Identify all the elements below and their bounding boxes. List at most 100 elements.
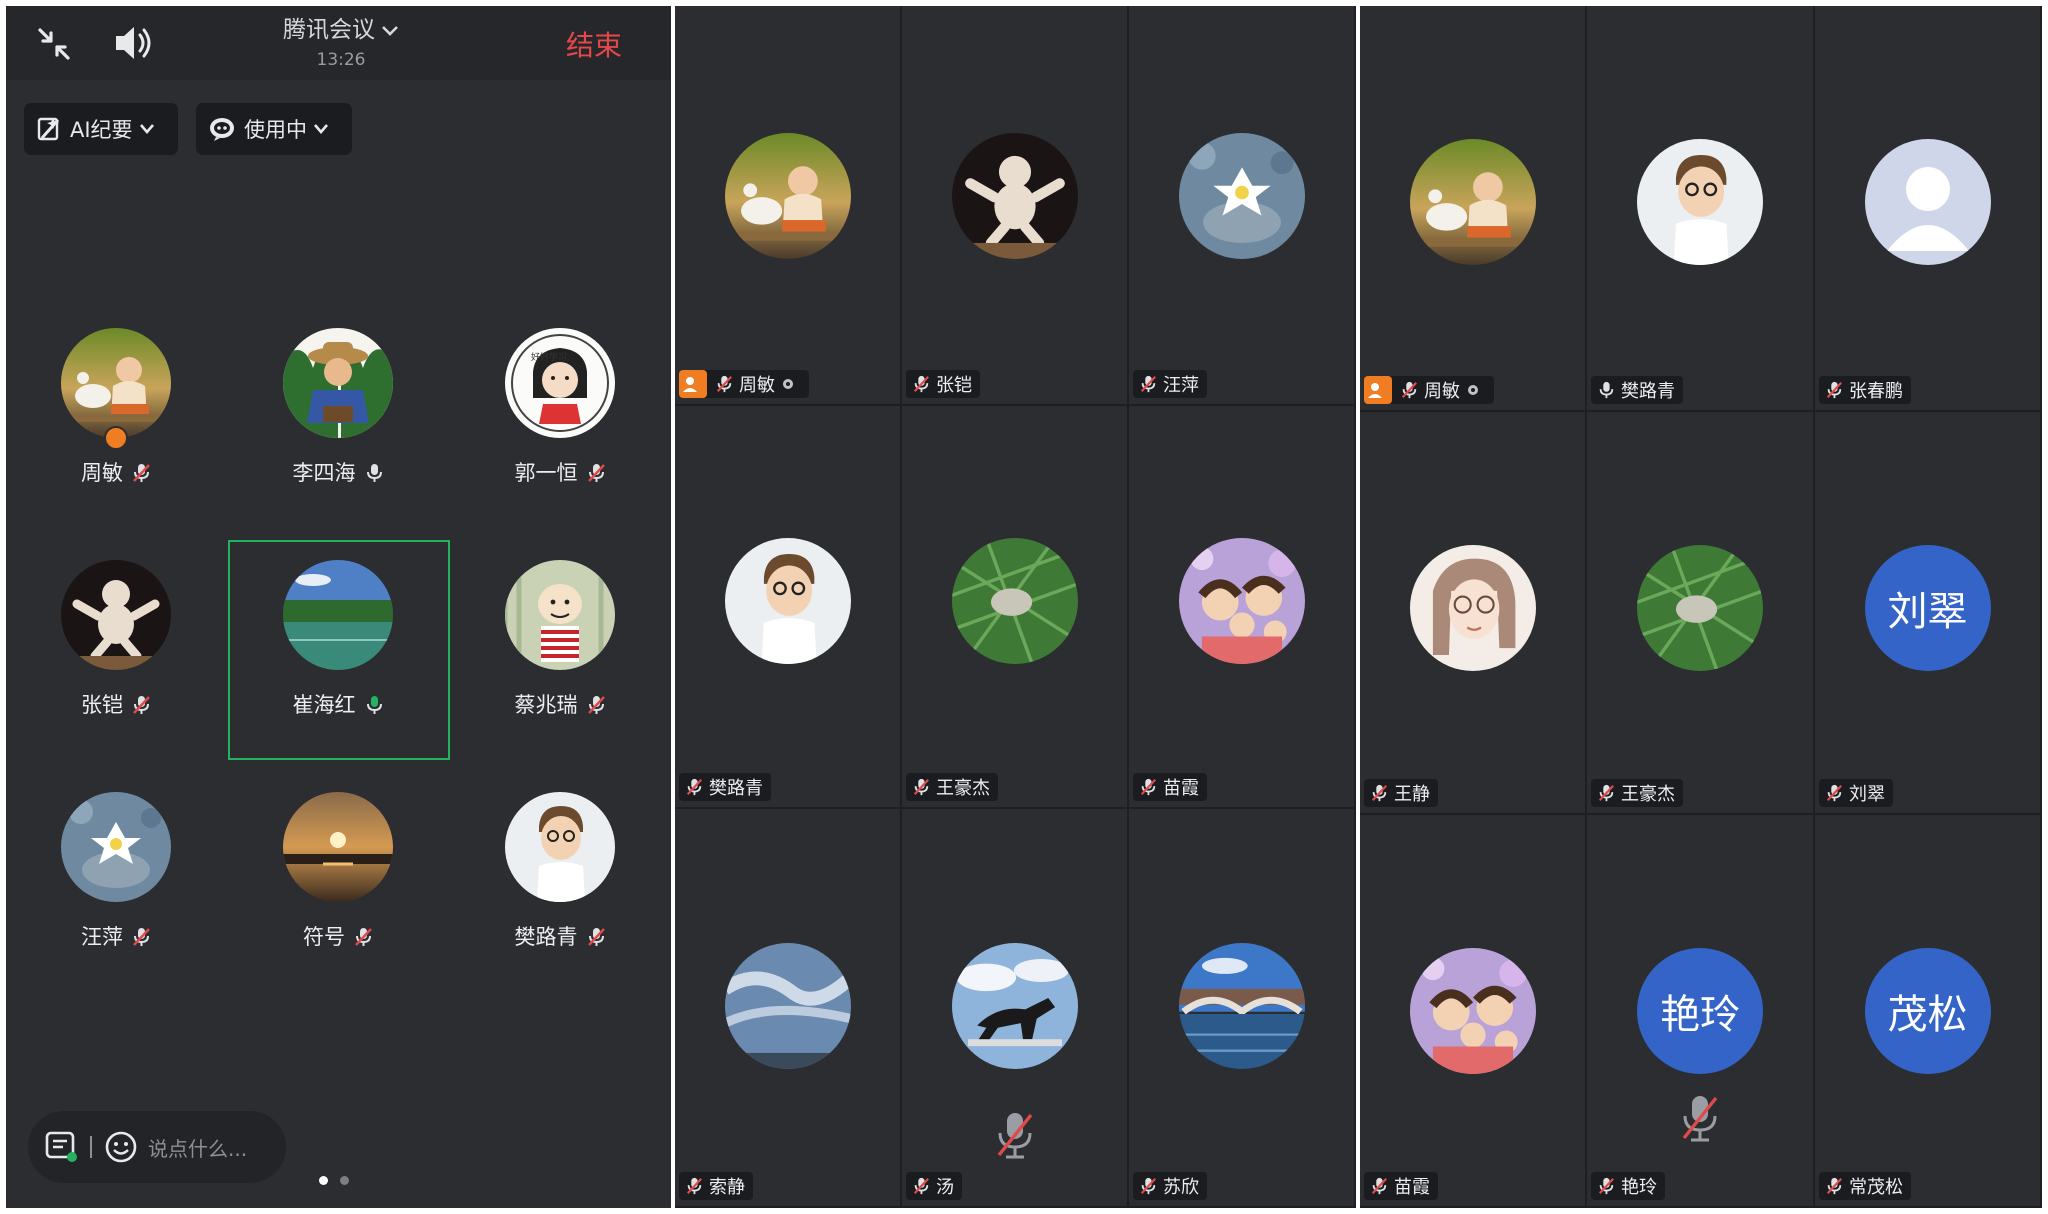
video-tile[interactable]: 艳玲 艳玲 — [1587, 815, 1815, 1208]
page-indicator — [319, 1176, 349, 1185]
mic-muted-icon — [133, 464, 150, 482]
name-tag: 索静 — [679, 1172, 753, 1200]
minimize-icon[interactable] — [34, 24, 74, 64]
participant-name: 崔海红 — [292, 693, 356, 717]
participant-name: 周敏 — [739, 375, 775, 396]
in-use-label: 使用中 — [244, 118, 307, 142]
avatar — [61, 792, 171, 902]
participant-tile[interactable]: 周敏 — [6, 322, 226, 542]
participant-name-row: 蔡兆瑞 — [450, 689, 670, 719]
participant-name: 樊路青 — [1621, 381, 1675, 402]
participant-tile[interactable]: 蔡兆瑞 — [450, 554, 670, 774]
mic-muted-icon — [1140, 1177, 1156, 1195]
ai-notes-button[interactable]: AI纪要 — [24, 103, 178, 155]
video-grid-page-3: 周敏 樊路青 张春鹏 王静 王豪杰 刘翠 刘翠 苗霞 艳玲 艳玲 茂松 常茂松 — [1360, 6, 2042, 1208]
video-tile[interactable]: 樊路青 — [1587, 6, 1815, 412]
participant-name: 符号 — [303, 925, 345, 949]
name-tag: 王豪杰 — [1591, 779, 1683, 807]
speaker-icon[interactable] — [112, 22, 156, 64]
video-tile[interactable]: 周敏 — [675, 6, 902, 406]
mic-muted-icon — [1682, 1096, 1718, 1142]
participant-name-row: 李四海 — [228, 457, 448, 487]
name-tag: 张春鹏 — [1819, 376, 1911, 404]
video-tile[interactable]: 刘翠 刘翠 — [1815, 412, 2042, 815]
name-tag: 常茂松 — [1819, 1172, 1911, 1200]
avatar — [61, 328, 171, 438]
mic-muted-icon — [686, 1177, 702, 1195]
video-tile[interactable]: 苏欣 — [1129, 809, 1356, 1208]
mic-muted-icon — [1140, 375, 1156, 393]
mic-muted-icon — [587, 928, 605, 946]
chat-icon[interactable] — [44, 1130, 80, 1164]
participant-name: 王豪杰 — [936, 778, 990, 799]
participant-name: 张铠 — [936, 375, 972, 396]
participant-name: 汪萍 — [1163, 375, 1199, 396]
end-meeting-button[interactable]: 结束 — [566, 24, 622, 64]
participant-tile[interactable]: 张铠 — [6, 554, 226, 774]
mic-muted-icon — [913, 375, 929, 393]
avatar — [1409, 948, 1536, 1074]
avatar — [283, 792, 393, 902]
name-tag: 苏欣 — [1133, 1172, 1207, 1200]
avatar — [951, 538, 1078, 664]
participant-tile[interactable]: 崔海红 — [228, 554, 448, 774]
video-tile[interactable]: 樊路青 — [675, 406, 902, 809]
mic-muted-icon — [133, 928, 150, 946]
avatar — [724, 133, 851, 259]
video-tile[interactable]: 周敏 — [1360, 6, 1587, 412]
meeting-title[interactable]: 腾讯会议 — [196, 10, 486, 44]
participant-tile[interactable]: 李四海 — [228, 322, 448, 542]
video-tile[interactable]: 王豪杰 — [902, 406, 1129, 809]
video-tile[interactable]: 索静 — [675, 809, 902, 1208]
participant-tile[interactable]: 好好学习 郭一恒 — [450, 322, 670, 542]
avatar — [1409, 139, 1536, 265]
participant-name-row: 崔海红 — [228, 689, 448, 719]
avatar — [724, 538, 851, 664]
video-tile[interactable]: 王豪杰 — [1587, 412, 1815, 815]
avatar — [283, 560, 393, 670]
video-tile[interactable]: 苗霞 — [1360, 815, 1587, 1208]
participant-name-row: 樊路青 — [450, 921, 670, 951]
participant-name: 樊路青 — [514, 925, 578, 949]
mic-speaking-icon — [366, 696, 382, 714]
chat-input-bar[interactable]: 说点什么... — [28, 1111, 286, 1183]
video-tile[interactable]: 张春鹏 — [1815, 6, 2042, 412]
mic-muted-icon — [1371, 1177, 1387, 1195]
video-tile[interactable]: 张铠 — [902, 6, 1129, 406]
chevron-down-icon — [139, 124, 154, 134]
avatar — [1178, 943, 1305, 1069]
video-tile[interactable]: 王静 — [1360, 412, 1587, 815]
video-tile[interactable]: 汤 — [902, 809, 1129, 1208]
participant-tile[interactable]: 樊路青 — [450, 786, 670, 1006]
host-icon — [679, 370, 707, 398]
video-tile[interactable]: 苗霞 — [1129, 406, 1356, 809]
participant-name: 索静 — [709, 1177, 745, 1198]
name-tag: 苗霞 — [1133, 773, 1207, 801]
name-tag: 苗霞 — [1364, 1172, 1438, 1200]
participant-tile[interactable]: 符号 — [228, 786, 448, 1006]
emoji-icon[interactable] — [104, 1130, 138, 1164]
in-use-button[interactable]: 使用中 — [196, 103, 352, 155]
mic-muted-icon — [133, 696, 150, 714]
video-tile[interactable]: 汪萍 — [1129, 6, 1356, 406]
settings-icon — [783, 379, 793, 389]
mic-muted-icon — [587, 464, 605, 482]
mic-muted-icon — [913, 1177, 929, 1195]
avatar — [951, 133, 1078, 259]
avatar: 好好学习 — [505, 328, 615, 438]
participant-name: 周敏 — [81, 461, 123, 485]
name-tag: 艳玲 — [1591, 1172, 1665, 1200]
participant-tile[interactable]: 汪萍 — [6, 786, 226, 1006]
name-tag: 刘翠 — [1819, 779, 1893, 807]
participant-name: 汤 — [936, 1177, 954, 1198]
top-bar: 腾讯会议 13:26 结束 — [6, 6, 671, 80]
participant-name: 蔡兆瑞 — [514, 693, 578, 717]
host-icon — [1364, 376, 1392, 404]
chevron-down-icon — [314, 124, 328, 134]
avatar — [951, 943, 1078, 1069]
mic-muted-icon — [1826, 784, 1842, 802]
video-tile[interactable]: 茂松 常茂松 — [1815, 815, 2042, 1208]
ai-notes-label: AI纪要 — [70, 118, 133, 142]
page-dot-active[interactable] — [319, 1176, 328, 1185]
page-dot[interactable] — [340, 1176, 349, 1185]
